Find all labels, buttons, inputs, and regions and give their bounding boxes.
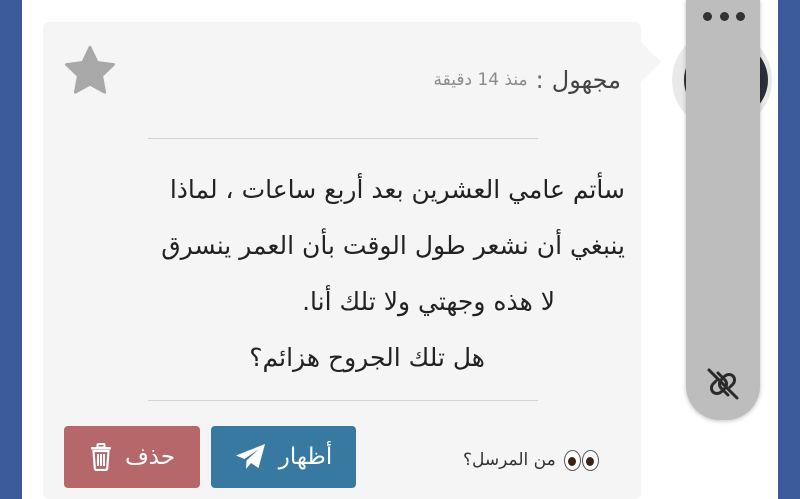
no-link-icon[interactable] [703,364,743,404]
side-panel [686,0,760,420]
show-label: أظهار [278,444,333,470]
trash-icon [90,443,111,471]
message-time: منذ 14 دقيقة [433,70,528,90]
reveal-sender[interactable]: من المرسل؟ [463,442,599,478]
message-line: لا هذه وجهتي ولا تلك أنا. [302,287,555,316]
eyes-icon [563,449,599,471]
send-icon [235,444,265,469]
message-line: ينبغي أن نشعر طول الوقت بأن العمر ينسرق [161,231,625,260]
author-name: مجهول [551,66,621,94]
message-line: سأتم عامي العشرين بعد أربع ساعات ، لماذا [169,175,625,204]
delete-label: حذف [124,444,176,470]
star-icon[interactable] [61,43,119,99]
show-button[interactable]: أظهار [211,426,356,488]
bottom-divider [148,400,538,401]
more-dots-icon[interactable] [703,10,745,22]
message-header: مجهول : منذ 14 دقيقة [433,60,621,100]
sender-question: من المرسل؟ [463,450,556,470]
card-pointer [641,42,661,82]
message-line: هل تلك الجروح هزائم؟ [249,343,485,372]
header-separator: : [535,66,544,94]
top-divider [148,138,538,139]
message-body: سأتم عامي العشرين بعد أربع ساعات ، لماذا… [60,162,625,386]
delete-button[interactable]: حذف [64,426,200,488]
